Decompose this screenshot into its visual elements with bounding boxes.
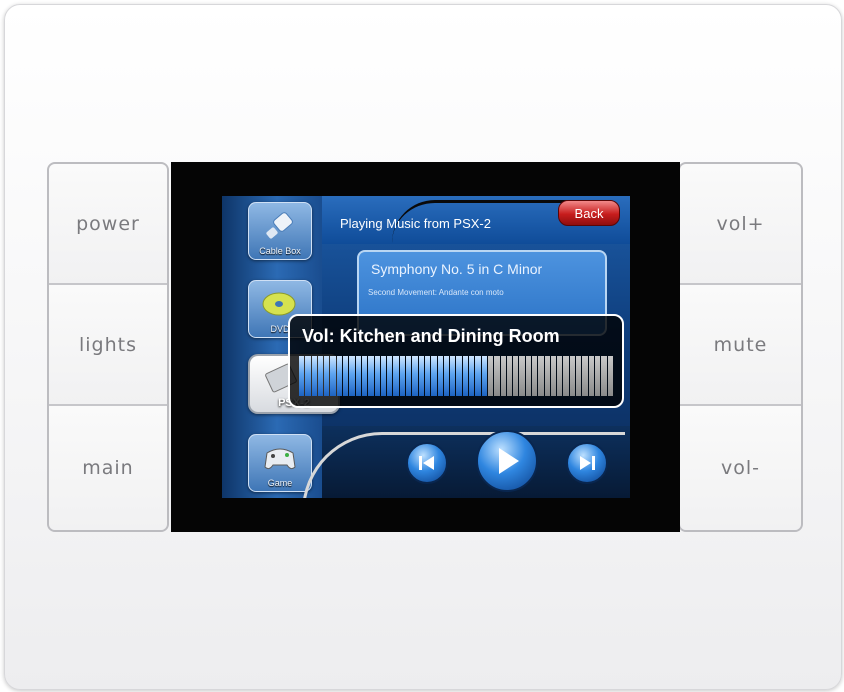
volume-segment bbox=[519, 356, 525, 396]
volume-down-button[interactable]: vol- bbox=[680, 406, 801, 530]
volume-segment bbox=[601, 356, 607, 396]
play-icon bbox=[499, 448, 519, 474]
main-button[interactable]: main bbox=[49, 406, 167, 530]
power-button[interactable]: power bbox=[49, 164, 167, 285]
gamepad-icon bbox=[264, 448, 296, 470]
volume-segment bbox=[368, 356, 374, 396]
volume-segment bbox=[336, 356, 343, 396]
volume-segment bbox=[305, 356, 311, 396]
lights-button[interactable]: lights bbox=[49, 285, 167, 406]
volume-segment bbox=[418, 356, 424, 396]
volume-segment bbox=[324, 356, 330, 396]
volume-segment bbox=[550, 356, 557, 396]
volume-segment bbox=[399, 356, 406, 396]
volume-segment bbox=[330, 356, 336, 396]
volume-segment bbox=[513, 356, 519, 396]
volume-segment bbox=[431, 356, 437, 396]
volume-segment bbox=[387, 356, 393, 396]
volume-segment bbox=[450, 356, 456, 396]
volume-segment bbox=[469, 356, 475, 396]
volume-segment bbox=[412, 356, 418, 396]
volume-title: Vol: Kitchen and Dining Room bbox=[302, 326, 560, 346]
volume-segment bbox=[544, 356, 550, 396]
volume-segment bbox=[317, 356, 324, 396]
skip-forward-icon bbox=[580, 456, 595, 470]
volume-segment bbox=[582, 356, 588, 396]
volume-segment bbox=[406, 356, 412, 396]
volume-segment bbox=[569, 356, 576, 396]
source-label: Game bbox=[267, 478, 293, 488]
cable-icon bbox=[266, 212, 293, 239]
volume-segment bbox=[355, 356, 361, 396]
volume-segment bbox=[456, 356, 462, 396]
volume-segment bbox=[393, 356, 399, 396]
volume-segment bbox=[437, 356, 443, 396]
volume-segment bbox=[311, 356, 317, 396]
volume-level-bar[interactable] bbox=[299, 356, 613, 396]
volume-segment bbox=[462, 356, 469, 396]
left-button-column: power lights main bbox=[47, 162, 169, 532]
volume-segment bbox=[374, 356, 380, 396]
source-game[interactable]: Game bbox=[248, 434, 312, 492]
volume-segment bbox=[563, 356, 569, 396]
volume-segment bbox=[525, 356, 531, 396]
volume-segment bbox=[380, 356, 387, 396]
source-cable-box[interactable]: Cable Box bbox=[248, 202, 312, 260]
volume-segment bbox=[349, 356, 355, 396]
volume-segment bbox=[487, 356, 494, 396]
source-label: Cable Box bbox=[259, 246, 301, 256]
volume-segment bbox=[607, 356, 613, 396]
volume-segment bbox=[588, 356, 594, 396]
play-button[interactable] bbox=[476, 430, 538, 492]
back-button[interactable]: Back bbox=[558, 200, 620, 226]
volume-segment bbox=[475, 356, 481, 396]
volume-segment bbox=[343, 356, 349, 396]
volume-segment bbox=[506, 356, 513, 396]
volume-segment bbox=[361, 356, 368, 396]
volume-segment bbox=[443, 356, 450, 396]
volume-segment bbox=[299, 356, 305, 396]
volume-segment bbox=[557, 356, 563, 396]
volume-segment bbox=[500, 356, 506, 396]
volume-segment bbox=[424, 356, 431, 396]
track-subtitle: Second Movement: Andante con moto bbox=[368, 288, 504, 297]
skip-back-icon bbox=[419, 456, 434, 470]
volume-segment bbox=[538, 356, 544, 396]
volume-segment bbox=[531, 356, 538, 396]
volume-segment bbox=[481, 356, 487, 396]
volume-overlay: Vol: Kitchen and Dining Room bbox=[288, 314, 624, 408]
next-track-button[interactable] bbox=[566, 442, 608, 484]
volume-segment bbox=[494, 356, 500, 396]
track-title: Symphony No. 5 in C Minor bbox=[371, 261, 543, 277]
volume-segment bbox=[594, 356, 601, 396]
now-playing-header: Playing Music from PSX-2 bbox=[340, 216, 491, 231]
mute-button[interactable]: mute bbox=[680, 285, 801, 406]
previous-track-button[interactable] bbox=[406, 442, 448, 484]
right-button-column: vol+ mute vol- bbox=[678, 162, 803, 532]
volume-up-button[interactable]: vol+ bbox=[680, 164, 801, 285]
volume-segment bbox=[576, 356, 582, 396]
